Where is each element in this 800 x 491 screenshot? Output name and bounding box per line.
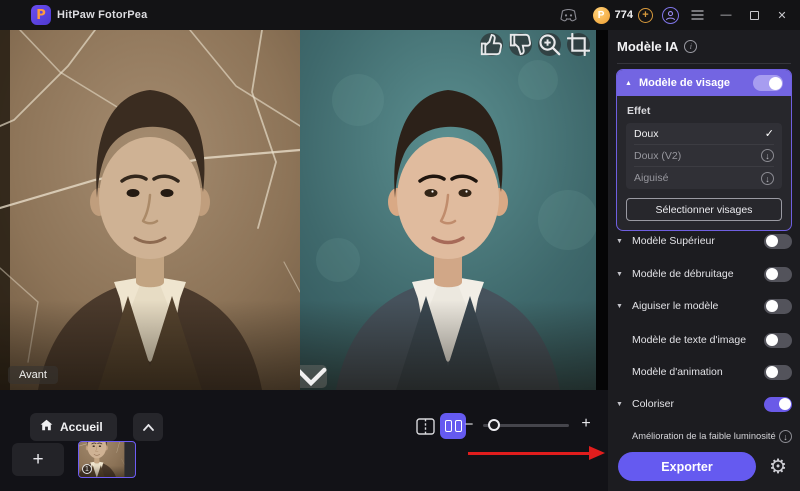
coin-icon[interactable]: P — [592, 6, 610, 24]
home-button[interactable]: Accueil — [30, 413, 117, 441]
after-photo[interactable] — [300, 30, 596, 390]
info-icon[interactable]: i — [684, 40, 698, 53]
modele-superieur-toggle[interactable] — [764, 233, 792, 249]
thumbs-up-icon[interactable] — [480, 33, 503, 56]
aiguiser-toggle[interactable] — [764, 298, 792, 314]
toggle-row-texte-image: Modèle de texte d'image — [616, 330, 792, 350]
debruitage-toggle[interactable] — [764, 266, 792, 282]
bottom-bar: Accueil − + + 1 — [0, 390, 608, 491]
collapse-chevron-button[interactable] — [300, 365, 327, 388]
account-icon[interactable] — [662, 6, 679, 24]
download-icon[interactable]: ↓ — [761, 171, 774, 185]
gear-icon[interactable]: ⚙ — [769, 454, 787, 478]
effect-option-aiguise[interactable]: Aiguisé ↓ — [634, 167, 774, 189]
thumbnail-badge: 1 — [82, 464, 92, 474]
zoom-in-button[interactable]: + — [575, 415, 597, 433]
chevron-down-icon[interactable]: ▼ — [616, 238, 632, 245]
zoom-slider[interactable] — [483, 419, 569, 431]
photo-action-bar — [480, 33, 590, 56]
animation-toggle[interactable] — [764, 364, 792, 380]
face-model-card: ▲ Modèle de visage Effet Doux ✓ Doux (V2… — [616, 69, 792, 231]
close-button[interactable]: ✕ — [768, 0, 796, 30]
maximize-button[interactable] — [740, 0, 768, 30]
before-photo[interactable]: Avant — [0, 30, 300, 390]
toggle-row-animation: Modèle d'animation — [616, 362, 792, 382]
check-icon: ✓ — [764, 128, 774, 140]
discord-icon[interactable] — [560, 8, 577, 22]
app-window: P HitPaw FotorPea P 774 + — ✕ Avant Accu… — [0, 0, 800, 491]
title-bar: P HitPaw FotorPea P 774 + — ✕ — [0, 0, 800, 30]
zoom-slider-knob[interactable] — [488, 419, 500, 431]
select-faces-button[interactable]: Sélectionner visages — [626, 198, 782, 221]
red-arrow-annotation — [468, 446, 605, 460]
home-button-label: Accueil — [60, 420, 103, 434]
zoom-in-icon[interactable] — [538, 33, 561, 56]
before-label: Avant — [8, 366, 58, 384]
minimize-button[interactable]: — — [712, 0, 740, 30]
image-thumbnail[interactable]: 1 — [78, 441, 136, 478]
panel-collapse-button[interactable] — [133, 413, 163, 441]
add-credits-icon[interactable]: + — [638, 7, 653, 23]
chevron-down-icon[interactable]: ▼ — [616, 271, 632, 278]
face-model-header[interactable]: ▲ Modèle de visage — [617, 70, 791, 96]
app-title: HitPaw FotorPea — [57, 9, 148, 21]
menu-icon[interactable] — [691, 10, 704, 20]
home-icon — [40, 418, 53, 436]
split-view-button[interactable] — [414, 416, 436, 436]
crop-icon[interactable] — [567, 33, 590, 56]
thumbs-down-icon[interactable] — [509, 33, 532, 56]
toggle-row-coloriser: ▼ Coloriser — [616, 394, 792, 414]
face-model-toggle[interactable] — [753, 75, 783, 91]
credits-count: 774 — [614, 9, 633, 21]
toggle-row-aiguiser: ▼ Aiguiser le modèle — [616, 296, 792, 316]
ai-model-panel: Modèle IA i ▲ Modèle de visage Effet Dou… — [608, 30, 800, 491]
coloriser-toggle[interactable] — [764, 396, 792, 412]
download-icon[interactable]: ↓ — [761, 149, 774, 162]
toggle-row-modele-superieur: ▼ Modèle Supérieur — [616, 231, 792, 251]
effect-label: Effet — [627, 105, 651, 117]
chevron-down-icon[interactable]: ▼ — [616, 303, 632, 310]
face-model-label: Modèle de visage — [638, 77, 731, 89]
effect-option-doux-v2[interactable]: Doux (V2) ↓ — [634, 145, 774, 167]
photo-canvas: Avant — [0, 30, 608, 390]
download-icon[interactable]: ↓ — [779, 429, 792, 443]
toggle-row-debruitage: ▼ Modèle de débruitage — [616, 264, 792, 284]
effect-list: Doux ✓ Doux (V2) ↓ Aiguisé ↓ — [626, 123, 782, 189]
texte-image-toggle[interactable] — [764, 332, 792, 348]
zoom-out-button[interactable]: − — [458, 416, 480, 433]
hitpaw-logo-icon: P — [31, 5, 51, 25]
low-light-row[interactable]: Amélioration de la faible luminosité ↓ — [616, 426, 792, 446]
panel-title: Modèle IA — [617, 39, 679, 54]
export-button[interactable]: Exporter — [618, 452, 756, 481]
effect-option-doux[interactable]: Doux ✓ — [634, 123, 774, 145]
chevron-down-icon[interactable]: ▼ — [616, 401, 632, 408]
collapse-triangle-icon[interactable]: ▲ — [625, 80, 632, 87]
divider — [617, 63, 791, 64]
add-image-button[interactable]: + — [12, 443, 64, 476]
